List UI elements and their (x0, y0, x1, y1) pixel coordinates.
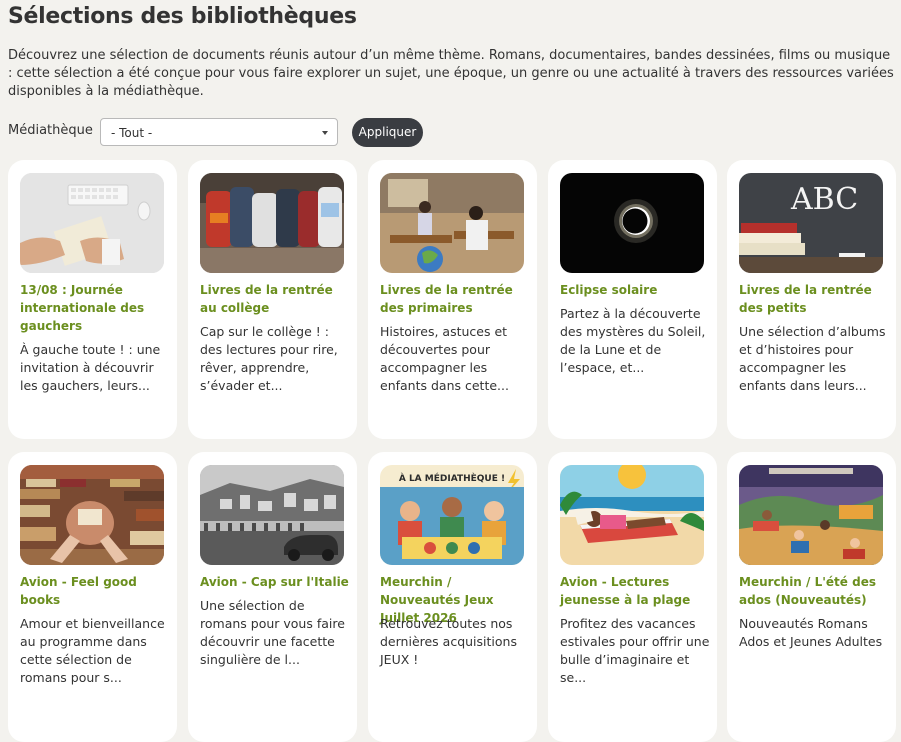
card-description: Histoires, astuces et découvertes pour a… (380, 324, 509, 393)
page-title: Sélections des bibliothèques (8, 4, 357, 29)
chalkboard-abc-image: ABC (739, 173, 883, 273)
card-description: Nouveautés Romans Ados et Jeunes Adultes (739, 616, 883, 649)
card-title[interactable]: Livres de la rentrée des petits (739, 281, 889, 317)
selection-card[interactable]: Meurchin / L'été des ados (Nouveautés) N… (727, 452, 896, 742)
selection-card[interactable]: Avion - Cap sur l'Italie Une sélection d… (188, 452, 357, 742)
classroom-children-image (380, 173, 524, 273)
card-title[interactable]: Meurchin / L'été des ados (Nouveautés) (739, 573, 889, 609)
card-description: Une sélection d’albums et d’histoires po… (739, 324, 886, 393)
mediatheque-select[interactable]: - Tout - (100, 118, 338, 146)
card-title[interactable]: Eclipse solaire (560, 281, 710, 299)
card-description: À gauche toute ! : une invitation à déco… (20, 342, 161, 393)
card-description: Une sélection de romans pour vous faire … (200, 598, 345, 667)
svg-text:ABC: ABC (790, 182, 858, 217)
teens-summer-park-image (739, 465, 883, 565)
selection-card[interactable]: Eclipse solaire Partez à la découverte d… (548, 160, 717, 439)
selection-card[interactable]: Avion - Lectures jeunesse à la plage Pro… (548, 452, 717, 742)
solar-eclipse-image (560, 173, 704, 273)
desk-keyboard-image (20, 173, 164, 273)
selection-card[interactable]: Avion - Feel good books Amour et bienvei… (8, 452, 177, 742)
card-description: Retrouvez toutes nos dernières acquisiti… (380, 616, 517, 667)
card-title[interactable]: Avion - Cap sur l'Italie (200, 573, 350, 591)
card-title[interactable]: Avion - Feel good books (20, 573, 170, 609)
card-description: Amour et bienveillance au programme dans… (20, 616, 165, 685)
mediatheque-select-value: - Tout - (111, 126, 153, 140)
poster-heading: À LA MÉDIATHÈQUE ! (399, 472, 505, 484)
beach-reading-image (560, 465, 704, 565)
card-image[interactable] (560, 173, 704, 273)
selection-card[interactable]: 13/08 : Journée internationale des gauch… (8, 160, 177, 439)
selection-card[interactable]: À LA MÉDIATHÈQUE ! Meurchin / Nouveautés… (368, 452, 537, 742)
card-title[interactable]: Avion - Lectures jeunesse à la plage (560, 573, 710, 609)
card-description: Cap sur le collège ! : des lectures pour… (200, 324, 338, 393)
card-title[interactable]: Livres de la rentrée des primaires (380, 281, 530, 317)
page-intro: Découvrez une sélection de documents réu… (8, 48, 894, 99)
apply-button[interactable]: Appliquer (352, 118, 423, 147)
card-title[interactable]: 13/08 : Journée internationale des gauch… (20, 281, 170, 335)
card-image[interactable] (380, 173, 524, 273)
chevron-down-icon (322, 131, 328, 135)
card-image[interactable] (20, 465, 164, 565)
selection-card[interactable]: Livres de la rentrée au collège Cap sur … (188, 160, 357, 439)
card-image[interactable]: ABC (739, 173, 883, 273)
board-games-poster-image: À LA MÉDIATHÈQUE ! (380, 465, 524, 565)
card-image[interactable] (200, 465, 344, 565)
card-description: Profitez des vacances estivales pour off… (560, 616, 710, 685)
card-image[interactable] (20, 173, 164, 273)
card-image[interactable] (560, 465, 704, 565)
reading-among-books-image (20, 465, 164, 565)
card-image[interactable] (200, 173, 344, 273)
mediatheque-filter-label: Médiathèque (8, 123, 93, 138)
italian-coast-image (200, 465, 344, 565)
selection-card[interactable]: Livres de la rentrée des primaires Histo… (368, 160, 537, 439)
card-title[interactable]: Livres de la rentrée au collège (200, 281, 350, 317)
card-image[interactable]: À LA MÉDIATHÈQUE ! (380, 465, 524, 565)
card-description: Partez à la découverte des mystères du S… (560, 306, 706, 375)
school-backpacks-image (200, 173, 344, 273)
card-image[interactable] (739, 465, 883, 565)
selection-card[interactable]: ABC Livres de la rentrée des petits Une … (727, 160, 896, 439)
